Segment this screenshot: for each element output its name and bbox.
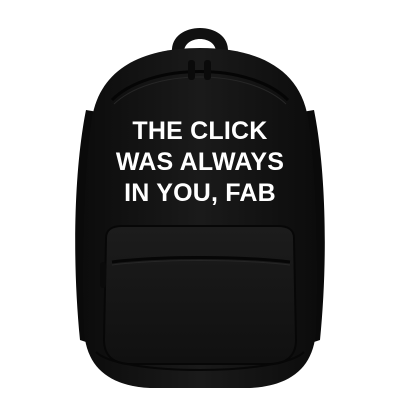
product-image: THE CLICK WAS ALWAYS IN YOU, FAB — [0, 0, 400, 400]
zipper-pull-right — [204, 60, 211, 80]
pocket-zipper-pull — [100, 262, 106, 288]
print-line-2: WAS ALWAYS — [115, 148, 285, 176]
backpack-print-text: THE CLICK WAS ALWAYS IN YOU, FAB — [80, 116, 320, 209]
print-line-3: IN YOU, FAB — [124, 179, 276, 207]
zipper-pull-left — [188, 60, 195, 80]
print-line-1: THE CLICK — [132, 117, 268, 145]
front-pocket — [102, 225, 298, 365]
